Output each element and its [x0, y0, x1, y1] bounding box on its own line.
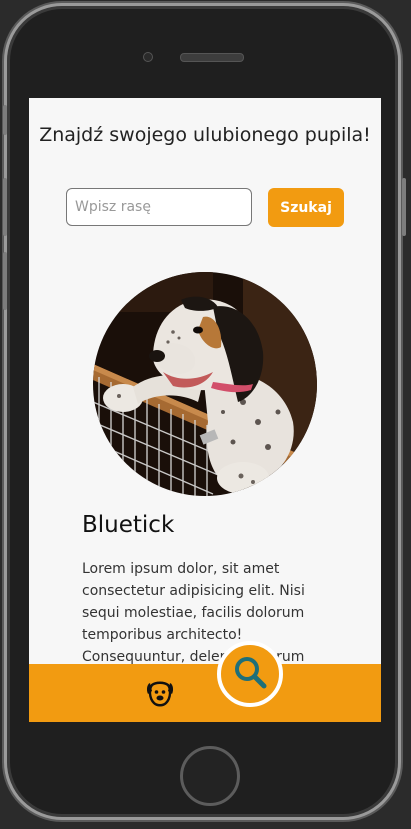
mute-switch: [3, 105, 7, 135]
breed-description: Lorem ipsum dolor, sit amet consectetur …: [82, 561, 305, 665]
search-nav-button[interactable]: [217, 641, 283, 707]
earpiece-speaker: [180, 53, 244, 62]
dog-photo: [93, 272, 317, 496]
search-button[interactable]: Szukaj: [268, 188, 344, 227]
search-icon: [233, 655, 267, 693]
breed-name: Bluetick: [82, 512, 175, 538]
dog-face-icon[interactable]: [146, 681, 174, 707]
front-camera: [143, 52, 153, 62]
page-title: Znajdź swojego ulubionego pupila!: [39, 124, 371, 146]
volume-up-button: [3, 178, 7, 236]
power-button: [402, 178, 406, 236]
bottom-nav-bar: [29, 664, 381, 722]
home-button[interactable]: [180, 746, 240, 806]
volume-down-button: [3, 252, 7, 310]
breed-search-input[interactable]: [66, 188, 252, 226]
app-screen: Znajdź swojego ulubionego pupila! Szukaj: [29, 98, 381, 722]
